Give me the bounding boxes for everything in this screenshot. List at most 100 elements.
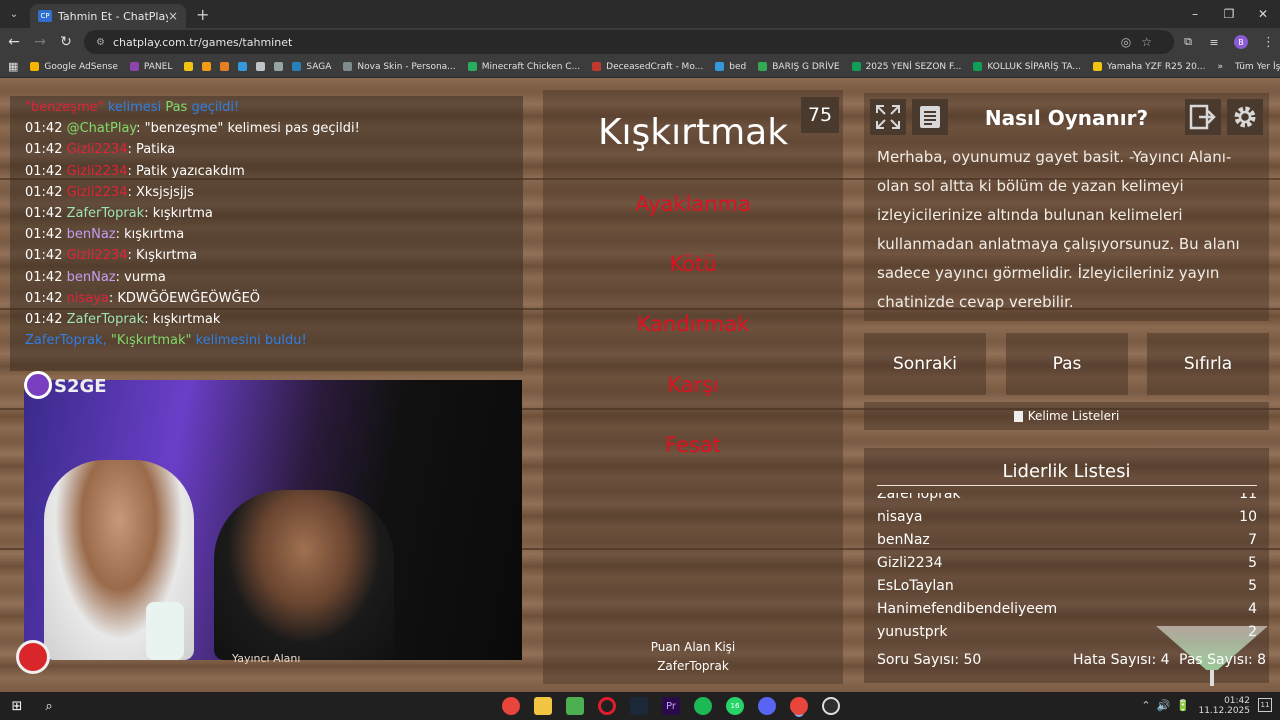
bookmark-favicon-icon <box>973 62 983 71</box>
bookmark-item[interactable]: PANEL <box>129 61 173 72</box>
reset-button[interactable]: Sıfırla <box>1147 333 1269 395</box>
bookmark-item[interactable]: Google AdSense <box>30 62 118 72</box>
steam-icon[interactable] <box>630 697 648 715</box>
bookmark-favicon-icon <box>256 62 266 71</box>
tab-close-icon[interactable]: × <box>168 9 178 23</box>
site-info-icon[interactable]: ⚙ <box>96 37 105 48</box>
chat-username[interactable]: Gizli2234 <box>67 142 128 157</box>
clock[interactable]: 01:42 11.12.2025 <box>1198 696 1250 716</box>
chat-username[interactable]: nisaya <box>67 291 109 306</box>
chat-username[interactable]: ZaferToprak <box>67 312 145 327</box>
tab-search-chevron-icon[interactable]: ⌄ <box>0 0 28 28</box>
word-lists-button[interactable]: Kelime Listeleri <box>864 402 1269 430</box>
bookmark-item[interactable] <box>220 62 234 72</box>
file-explorer-icon[interactable] <box>534 697 552 715</box>
bookmark-label: 2025 YENİ SEZON F... <box>865 61 962 72</box>
bookmarks-overflow-icon[interactable]: » <box>1217 62 1223 72</box>
bookmark-item[interactable]: Nova Skin - Persona... <box>343 62 456 72</box>
bookmark-favicon-icon <box>220 62 230 71</box>
windows-start-icon[interactable]: ⊞ <box>8 697 26 715</box>
main-word: Kışkırtmak <box>597 112 789 153</box>
pass-button[interactable]: Pas <box>1006 333 1128 395</box>
record-icon[interactable] <box>16 640 50 674</box>
cup <box>146 602 184 660</box>
bookmark-item[interactable]: 2025 YENİ SEZON F... <box>851 61 962 72</box>
chat-username[interactable]: ZaferToprak <box>67 206 145 221</box>
back-arrow-icon[interactable]: ← <box>2 34 26 50</box>
chat-message: 01:42 nisaya: KDWĞÖEWĞEÖWĞEÖ <box>25 291 523 312</box>
discord-icon[interactable] <box>758 697 776 715</box>
browser-menu-icon[interactable]: ⋮ <box>1262 35 1275 50</box>
opera-icon[interactable] <box>598 697 616 715</box>
bookmark-item[interactable]: DeceasedCraft - Mo... <box>592 62 703 72</box>
bookmark-item[interactable]: KOLLUK SİPARİŞ TA... <box>973 62 1081 72</box>
chat-found-message: ZaferToprak, "Kışkırtmak" kelimesini bul… <box>25 333 523 354</box>
chat-username[interactable]: "benzeşme" <box>25 100 104 115</box>
chatplay-favicon-icon: CP <box>38 10 52 22</box>
premiere-icon[interactable]: Pr <box>662 697 680 715</box>
clock-date: 11.12.2025 <box>1198 706 1250 716</box>
bookmark-favicon-icon <box>592 62 602 71</box>
bookmark-item[interactable]: bed <box>715 62 746 72</box>
chat-message: 01:42 Gizli2234: Patik yazıcakdım <box>25 164 523 185</box>
spotify-icon[interactable] <box>694 697 712 715</box>
bookmark-item[interactable]: BARIŞ G DRİVE <box>758 62 840 72</box>
chat-username[interactable]: benNaz <box>67 270 116 285</box>
chat-text: : kışkırtma <box>144 205 213 221</box>
bookmark-item[interactable] <box>256 62 270 72</box>
browser-tab-active[interactable]: CP Tahmin Et - ChatPlay × <box>30 4 186 28</box>
bookmark-item[interactable]: SAGA <box>292 62 331 72</box>
new-tab-plus-icon[interactable]: + <box>196 5 209 24</box>
search-icon[interactable]: ⌕ <box>40 697 58 715</box>
bookmark-label: PANEL <box>143 61 173 72</box>
bookmark-item[interactable] <box>238 62 252 72</box>
bookmark-item[interactable] <box>202 62 216 72</box>
minecraft-icon[interactable] <box>566 697 584 715</box>
whatsapp-icon[interactable]: 16 <box>726 697 744 715</box>
next-button[interactable]: Sonraki <box>864 333 986 395</box>
chat-username[interactable]: Gizli2234 <box>67 164 128 179</box>
obs-icon[interactable] <box>822 697 840 715</box>
stream-logo: S2GE <box>24 371 107 403</box>
bookmark-favicon-icon <box>274 62 284 71</box>
leaderboard-name: EsLoTaylan <box>877 578 954 594</box>
notification-center-icon[interactable]: 11 <box>1258 698 1272 712</box>
media-control-icon[interactable]: ≡ <box>1202 36 1226 49</box>
chat-text: kelimesi <box>103 100 166 115</box>
chat-text: : Patik yazıcakdım <box>127 163 245 179</box>
chrome-active-icon[interactable] <box>790 697 808 715</box>
chat-found-user: ZaferToprak, <box>25 333 111 349</box>
profile-avatar[interactable]: B <box>1234 35 1248 49</box>
restore-icon[interactable]: ❐ <box>1212 7 1246 21</box>
apps-grid-icon[interactable]: ▦ <box>8 60 18 73</box>
reload-icon[interactable]: ↻ <box>54 34 78 50</box>
pass-count: Pas Sayısı: 8 <box>1179 652 1267 668</box>
address-bar[interactable]: ⚙ chatplay.com.tr/games/tahminet ◎☆ <box>84 30 1174 54</box>
bookmark-favicon-icon <box>202 62 212 71</box>
bookmark-item[interactable] <box>274 62 288 72</box>
bookmark-favicon-icon <box>1093 62 1103 71</box>
chat-username[interactable]: @ChatPlay <box>67 121 137 136</box>
minimize-icon[interactable]: – <box>1178 7 1212 21</box>
chat-timestamp: 01:42 <box>25 248 63 264</box>
chat-message: "benzeşme" kelimesi Pas geçildi! <box>25 100 523 121</box>
taboo-word: Kandırmak <box>636 312 750 336</box>
system-tray-icons[interactable]: ⌃🔊🔋 <box>1141 699 1196 712</box>
chat-message: 01:42 benNaz: kışkırtma <box>25 227 523 248</box>
bookmarks-bar: ▦ Google AdSense PANEL SAGA Nova Skin - Per… <box>0 56 1280 78</box>
chat-username[interactable]: Gizli2234 <box>67 248 128 263</box>
stream-logo-text: S2GE <box>54 376 107 397</box>
chat-panel: "benzeşme" kelimesi Pas geçildi! 01:42 @C… <box>10 96 523 371</box>
leaderboard-name: Hanimefendibendeliyeem <box>877 601 1058 617</box>
bookmark-item[interactable] <box>184 62 198 72</box>
bookmark-item[interactable]: Yamaha YZF R25 20... <box>1093 62 1205 72</box>
url-text: chatplay.com.tr/games/tahminet <box>112 35 293 49</box>
all-bookmarks-folder[interactable]: Tüm Yer İşaretleri <box>1235 62 1280 72</box>
forward-arrow-icon[interactable]: → <box>28 34 52 50</box>
chat-username[interactable]: benNaz <box>67 227 116 242</box>
bookmark-item[interactable]: Minecraft Chicken C... <box>467 62 580 72</box>
extensions-puzzle-icon[interactable]: ⧉ <box>1176 35 1200 49</box>
chrome-icon[interactable] <box>502 697 520 715</box>
chat-username[interactable]: Gizli2234 <box>67 185 128 200</box>
window-close-icon[interactable]: ✕ <box>1246 7 1280 21</box>
